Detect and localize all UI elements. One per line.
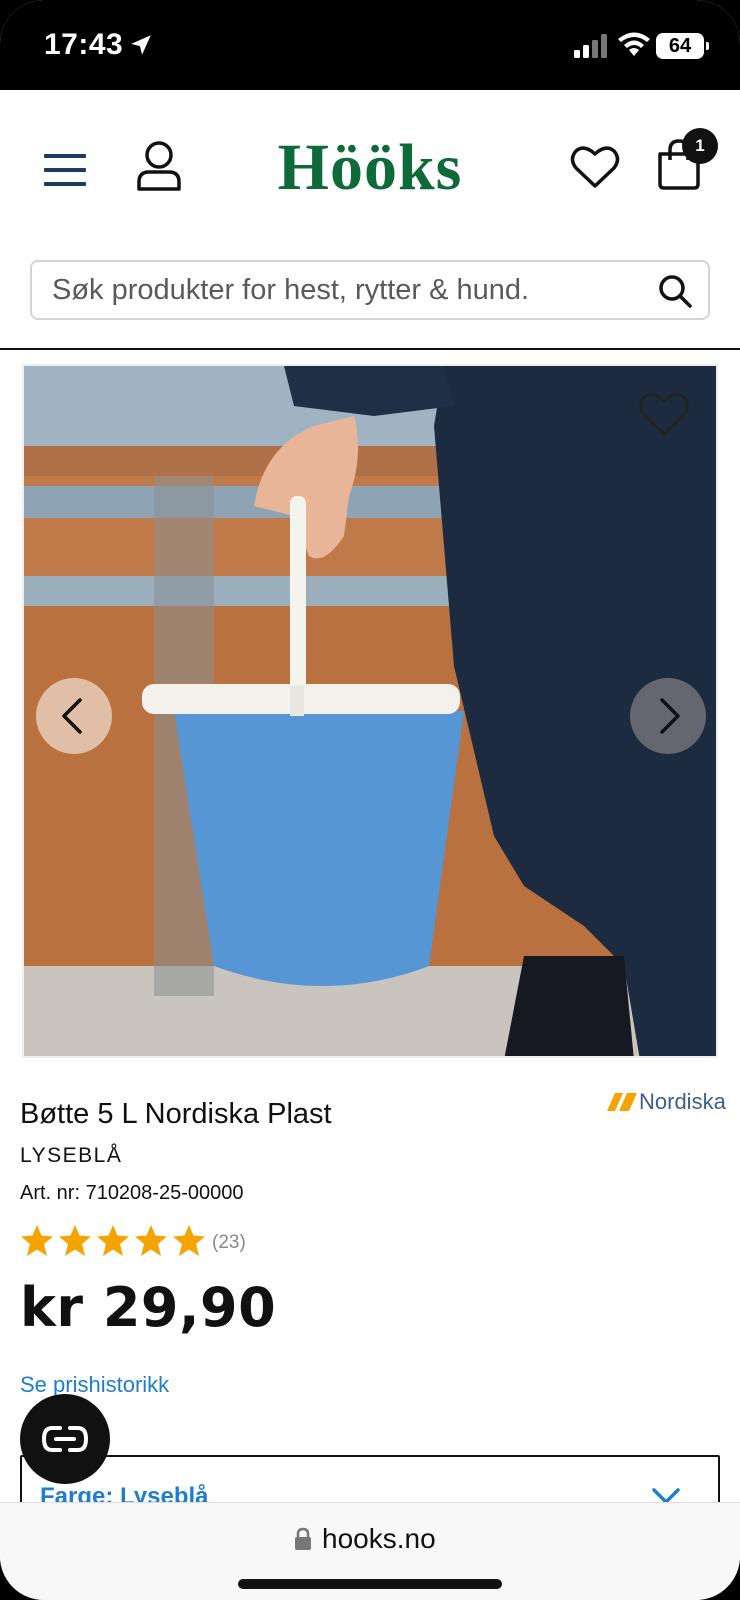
product-image-gallery[interactable] (22, 364, 718, 1058)
url-text: hooks.no (322, 1523, 436, 1554)
status-bar: 17:43 64 (0, 0, 740, 90)
star-icon (135, 1225, 167, 1256)
product-photo (24, 366, 716, 1056)
lock-icon (295, 1527, 311, 1550)
search-bar (30, 260, 710, 320)
site-header: Hööks 1 (0, 90, 740, 350)
browser-address-bar[interactable]: hooks.no (0, 1502, 740, 1600)
image-wishlist-heart-icon[interactable] (638, 390, 690, 438)
chevron-left-icon (62, 698, 82, 734)
wifi-icon (618, 32, 650, 56)
chat-icon (41, 1426, 89, 1452)
chat-button[interactable] (20, 1394, 110, 1484)
battery-indicator: 64 (656, 33, 709, 59)
brand-logo[interactable]: Nordiska (607, 1088, 726, 1116)
brand-name: Nordiska (639, 1089, 726, 1114)
next-image-button[interactable] (630, 678, 706, 754)
cart-count-badge: 1 (682, 128, 718, 164)
price-history-link[interactable]: Se prishistorikk (20, 1372, 169, 1398)
site-logo[interactable]: Hööks (0, 130, 740, 206)
wishlist-heart-icon[interactable] (570, 144, 620, 190)
home-indicator[interactable] (238, 1579, 502, 1589)
star-icon (59, 1225, 91, 1256)
star-icon (173, 1225, 205, 1256)
chevron-right-icon (660, 698, 680, 734)
nordiska-logo-mark (607, 1093, 637, 1111)
previous-image-button[interactable] (36, 678, 112, 754)
article-number: Art. nr: 710208-25-00000 (20, 1182, 244, 1204)
star-icon (21, 1225, 53, 1256)
cellular-signal-icon (574, 34, 607, 58)
location-arrow-icon (131, 35, 151, 55)
phone-screen: 17:43 64 Hööks 1 Søk produkter for hest,… (0, 0, 740, 1600)
product-variant: LYSEBLÅ (20, 1144, 123, 1167)
rating-count: (23) (212, 1232, 246, 1253)
search-icon[interactable] (658, 274, 692, 308)
product-price: kr 29,90 (20, 1276, 277, 1339)
product-title: Bøtte 5 L Nordiska Plast (20, 1098, 332, 1130)
star-icon (97, 1225, 129, 1256)
status-time: 17:43 (44, 28, 124, 61)
search-input[interactable] (52, 262, 632, 318)
